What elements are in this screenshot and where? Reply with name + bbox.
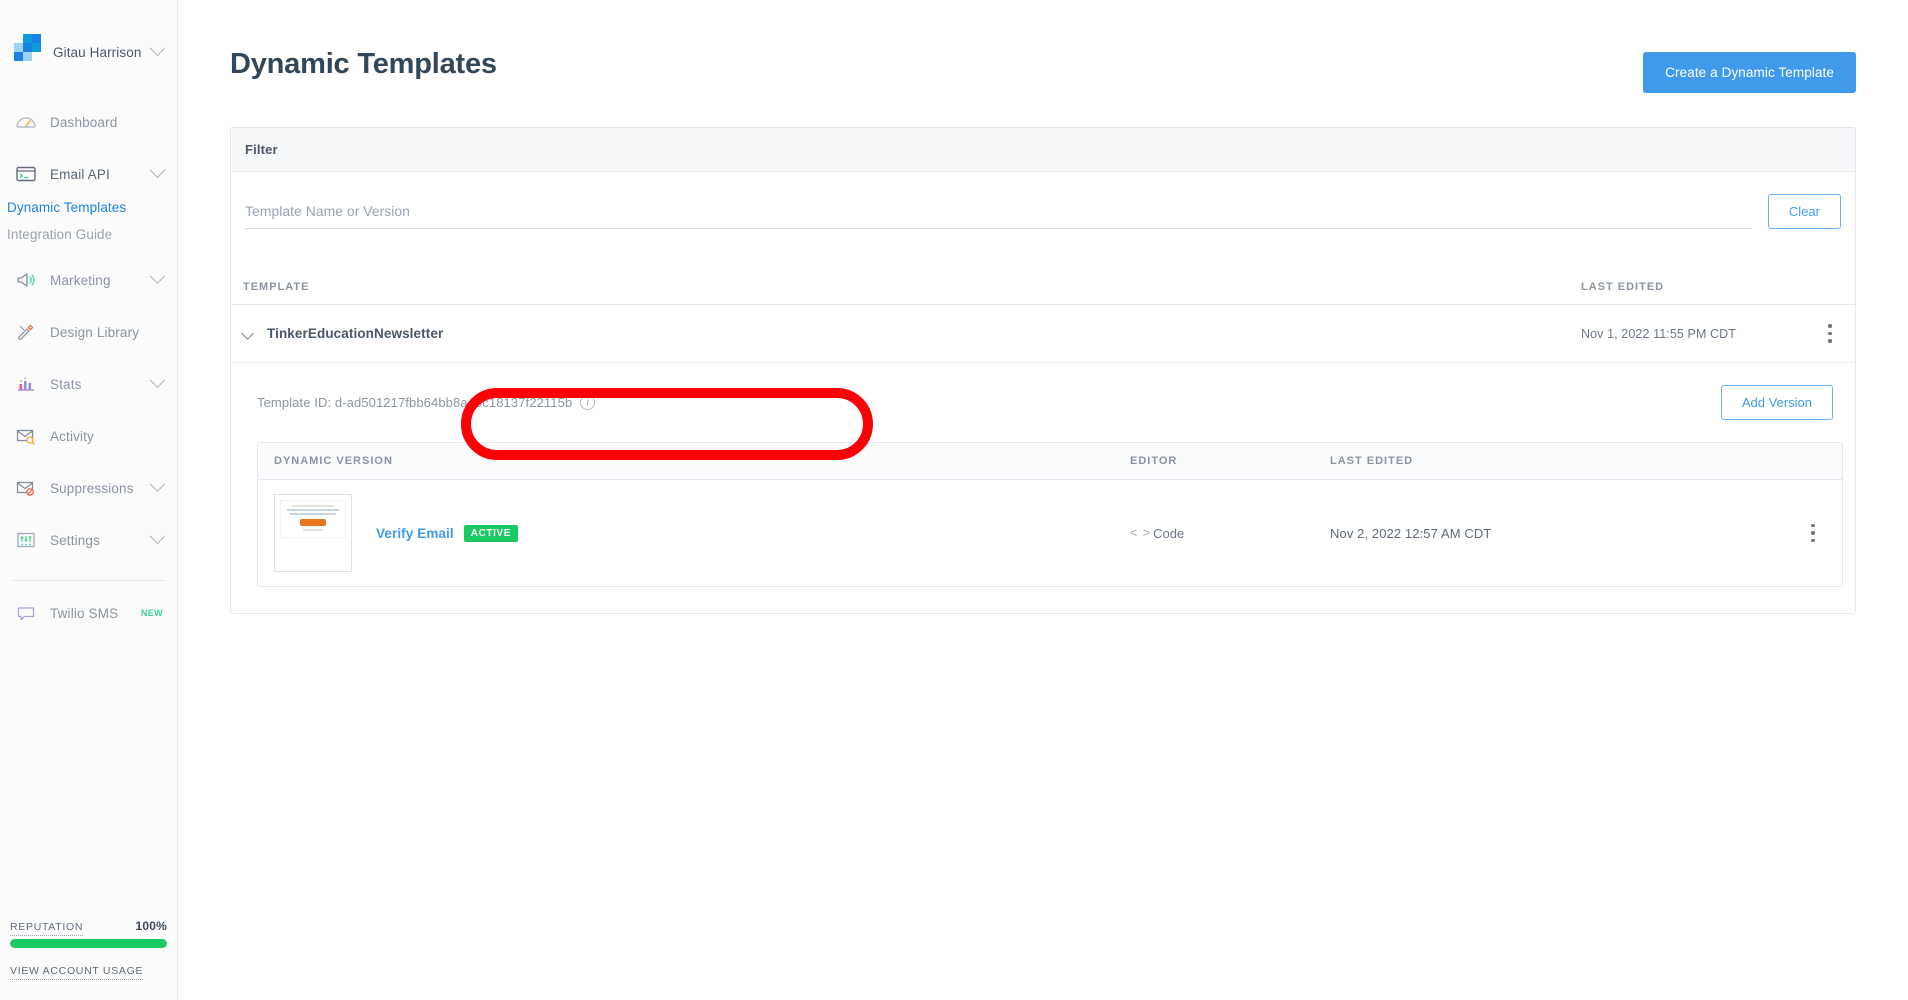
- chevron-down-icon: [149, 527, 166, 544]
- code-brackets-icon: < >: [1130, 526, 1152, 540]
- add-version-button[interactable]: Add Version: [1720, 385, 1833, 420]
- create-dynamic-template-button[interactable]: Create a Dynamic Template: [1643, 52, 1856, 93]
- megaphone-icon: [14, 268, 38, 292]
- chevron-down-icon: [149, 161, 166, 178]
- chevron-down-icon: [149, 371, 166, 388]
- sidebar-item-integration-guide[interactable]: Integration Guide: [7, 221, 177, 248]
- reputation-row: REPUTATION 100%: [10, 919, 167, 939]
- sidebar-item-label: Suppressions: [50, 480, 134, 496]
- sidebar-item-design-library[interactable]: Design Library: [0, 306, 177, 358]
- chevron-down-icon: [149, 39, 166, 56]
- chevron-down-icon: [149, 267, 166, 284]
- sidebar-item-label: Dashboard: [50, 114, 118, 130]
- template-id-row: Template ID: d-ad501217fbb64bb8a40c18137…: [257, 385, 1843, 420]
- column-header-last-edited: LAST EDITED: [1581, 281, 1665, 293]
- templates-table-header: TEMPLATE LAST EDITED: [231, 281, 1855, 305]
- sidebar-item-stats[interactable]: Stats: [0, 358, 177, 410]
- template-expanded-panel: Template ID: d-ad501217fbb64bb8a40c18137…: [231, 363, 1855, 613]
- sidebar-item-dynamic-templates[interactable]: Dynamic Templates: [7, 194, 177, 221]
- filter-card: Filter Clear TEMPLATE LAST EDITED Tinker…: [230, 127, 1856, 614]
- version-name-group: Verify Email ACTIVE: [376, 524, 1130, 542]
- sidebar-item-twilio-sms[interactable]: Twilio SMS NEW: [0, 587, 177, 639]
- view-account-usage-link[interactable]: VIEW ACCOUNT USAGE: [10, 965, 144, 980]
- version-editor-label: Code: [1153, 525, 1185, 541]
- sidebar-item-label: Twilio SMS: [50, 605, 119, 621]
- app-root: Gitau Harrison Dashboard Email API Dynam…: [0, 0, 1908, 1000]
- info-icon[interactable]: i: [580, 395, 596, 410]
- sidebar: Gitau Harrison Dashboard Email API Dynam…: [0, 0, 178, 1000]
- clear-filter-button[interactable]: Clear: [1767, 194, 1841, 229]
- template-thumbnail[interactable]: [274, 494, 352, 572]
- email-api-submenu: Dynamic Templates Integration Guide: [0, 194, 177, 248]
- account-name: Gitau Harrison: [53, 44, 142, 60]
- kebab-menu-icon[interactable]: [1817, 319, 1843, 349]
- column-header-dynamic-version: DYNAMIC VERSION: [274, 455, 393, 467]
- column-header-version-last-edited: LAST EDITED: [1330, 455, 1414, 467]
- pencil-ruler-icon: [14, 320, 38, 344]
- account-switcher[interactable]: Gitau Harrison: [0, 0, 177, 74]
- reputation-progress-bar: [10, 939, 167, 948]
- sidebar-item-email-api[interactable]: Email API: [0, 148, 177, 200]
- sidebar-item-activity[interactable]: Activity: [0, 410, 177, 462]
- sidebar-item-label: Activity: [50, 428, 94, 444]
- page-header: Dynamic Templates Create a Dynamic Templ…: [230, 48, 1856, 93]
- bar-chart-icon: [14, 372, 38, 396]
- sidebar-item-dashboard[interactable]: Dashboard: [0, 96, 177, 148]
- sidebar-item-label: Settings: [50, 532, 100, 548]
- column-header-template: TEMPLATE: [243, 281, 310, 293]
- templates-table: TEMPLATE LAST EDITED TinkerEducationNews…: [231, 281, 1855, 613]
- sendgrid-logo-icon: [14, 33, 41, 66]
- sidebar-item-settings[interactable]: Settings: [0, 514, 177, 566]
- reputation-progress-fill: [10, 939, 167, 948]
- versions-table: DYNAMIC VERSION EDITOR LAST EDITED Verif…: [257, 442, 1843, 587]
- sidebar-item-label: Design Library: [50, 324, 140, 340]
- terminal-window-icon: [14, 162, 38, 186]
- template-name[interactable]: TinkerEducationNewsletter: [267, 326, 1581, 341]
- template-filter-input[interactable]: [245, 199, 1752, 229]
- table-row[interactable]: TinkerEducationNewsletter Nov 1, 2022 11…: [231, 305, 1855, 363]
- sidebar-nav: Dashboard Email API Dynamic Templates In…: [0, 74, 177, 639]
- new-badge: NEW: [140, 608, 163, 618]
- sidebar-item-suppressions[interactable]: Suppressions: [0, 462, 177, 514]
- dashboard-gauge-icon: [14, 110, 38, 134]
- thumbnail-preview: [280, 500, 346, 538]
- sidebar-item-label: Marketing: [50, 272, 111, 288]
- template-last-edited: Nov 1, 2022 11:55 PM CDT: [1581, 326, 1737, 341]
- filter-title: Filter: [231, 128, 1855, 172]
- status-badge: ACTIVE: [463, 524, 519, 542]
- envelope-block-icon: [14, 476, 38, 500]
- versions-table-header: DYNAMIC VERSION EDITOR LAST EDITED: [258, 443, 1842, 480]
- chevron-down-icon: [149, 475, 166, 492]
- sliders-icon: [14, 528, 38, 552]
- sidebar-item-marketing[interactable]: Marketing: [0, 254, 177, 306]
- reputation-panel: REPUTATION 100% VIEW ACCOUNT USAGE: [0, 919, 177, 1000]
- sidebar-item-label: Email API: [50, 166, 110, 182]
- chat-bubble-icon: [14, 601, 38, 625]
- page-title: Dynamic Templates: [230, 48, 497, 80]
- chevron-down-icon[interactable]: [243, 328, 255, 340]
- sidebar-divider: [12, 580, 165, 581]
- template-id: Template ID: d-ad501217fbb64bb8a40c18137…: [257, 395, 596, 410]
- column-header-editor: EDITOR: [1130, 455, 1178, 467]
- version-name[interactable]: Verify Email: [376, 526, 454, 541]
- reputation-value: 100%: [135, 919, 167, 933]
- filter-body: Clear: [231, 172, 1855, 247]
- main-content: Dynamic Templates Create a Dynamic Templ…: [178, 0, 1908, 1000]
- list-item[interactable]: Verify Email ACTIVE < > Code Nov 2, 2022…: [258, 480, 1842, 586]
- sidebar-item-label: Stats: [50, 376, 82, 392]
- version-editor: < > Code: [1130, 526, 1330, 541]
- version-last-edited: Nov 2, 2022 12:57 AM CDT: [1330, 525, 1492, 541]
- reputation-label[interactable]: REPUTATION: [10, 921, 84, 936]
- envelope-search-icon: [14, 424, 38, 448]
- template-id-text: Template ID: d-ad501217fbb64bb8a40c18137…: [257, 395, 573, 410]
- kebab-menu-icon[interactable]: [1800, 518, 1826, 548]
